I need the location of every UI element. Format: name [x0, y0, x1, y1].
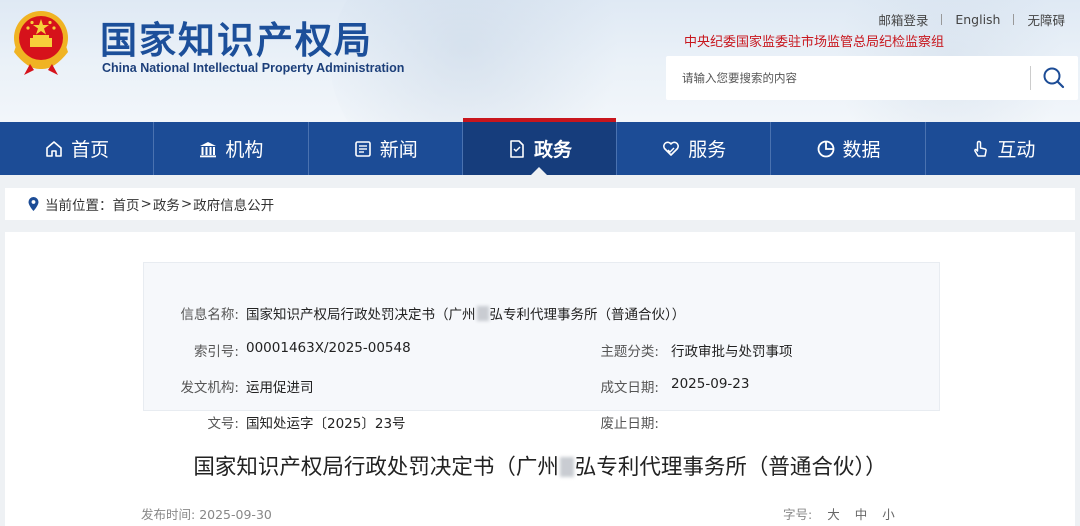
breadcrumb-prefix: 当前位置：: [45, 198, 113, 214]
english-link[interactable]: English: [942, 12, 1013, 27]
font-size-control: 字号: 大 中 小: [783, 504, 895, 523]
redacted-char: [559, 457, 574, 477]
site-title-en: China National Intellectual Property Adm…: [102, 61, 405, 75]
docno-value: 国知处运字〔2025〕23号: [246, 416, 406, 432]
index-label: 索引号:: [193, 344, 239, 360]
meta-row-issuer: 发文机构: 运用促进司 成文日期: 2025-09-23: [144, 376, 939, 398]
heart-hand-icon: [663, 141, 680, 156]
document-metadata: 信息名称: 国家知识产权局行政处罚决定书（广州 弘专利代理事务所（普通合伙）） 索…: [143, 262, 940, 432]
document-icon: [510, 139, 524, 158]
search-input[interactable]: [682, 67, 1012, 89]
nav-item-data[interactable]: 数据: [771, 122, 926, 175]
publish-date-value: 2025-09-30: [199, 507, 272, 522]
top-links: 邮箱登录 English 无障碍: [865, 10, 1078, 29]
nav-item-label: 服务: [688, 139, 727, 161]
breadcrumb-separator: >: [140, 196, 152, 212]
document-title: 国家知识产权局行政处罚决定书（广州 弘专利代理事务所（普通合伙））: [193, 455, 887, 480]
date-value: 2025-09-23: [671, 376, 750, 392]
issuer-value: 运用促进司: [246, 380, 314, 396]
newspaper-icon: [354, 140, 371, 157]
date-label: 成文日期:: [600, 380, 659, 396]
publish-label: 发布时间:: [141, 507, 196, 522]
publish-date: 发布时间: 2025-09-30: [141, 504, 272, 523]
nav-item-label: 机构: [225, 139, 264, 161]
abolish-label: 废止日期:: [600, 416, 659, 432]
site-title-cn: 国家知识产权局: [100, 19, 373, 62]
search-box: [666, 56, 1078, 100]
accessibility-link[interactable]: 无障碍: [1014, 10, 1078, 29]
meta-row-info-name: 信息名称: 国家知识产权局行政处罚决定书（广州 弘专利代理事务所（普通合伙））: [144, 303, 939, 325]
info-name-value: 国家知识产权局行政处罚决定书（广州 弘专利代理事务所（普通合伙））: [246, 306, 686, 323]
nav-item-label: 互动: [997, 139, 1036, 161]
nav-item-services[interactable]: 服务: [617, 122, 772, 175]
nav-item-label: 新闻: [379, 139, 418, 161]
font-size-small[interactable]: 小: [882, 504, 895, 523]
pointer-hand-icon: [974, 140, 988, 157]
breadcrumb-government-affairs[interactable]: 政务: [153, 194, 180, 214]
meta-row-index: 索引号: 00001463X/2025-00548 主题分类: 行政审批与处罚事…: [144, 340, 939, 362]
redacted-char: [476, 306, 489, 321]
site-header: 国家知识产权局 China National Intellectual Prop…: [0, 0, 1080, 122]
nav-item-organization[interactable]: 机构: [154, 122, 309, 175]
breadcrumb-separator: >: [180, 196, 193, 212]
nav-item-government-affairs[interactable]: 政务: [462, 118, 618, 175]
topic-value: 行政审批与处罚事项: [671, 344, 793, 360]
search-divider: [1030, 66, 1031, 90]
breadcrumb-info-disclosure[interactable]: 政府信息公开: [193, 194, 274, 214]
nav-item-label: 政务: [533, 139, 572, 161]
issuer-label: 发文机构:: [180, 380, 239, 396]
building-icon: [200, 141, 217, 157]
topic-label: 主题分类:: [600, 344, 659, 360]
nav-item-label: 首页: [71, 139, 110, 161]
email-login-link[interactable]: 邮箱登录: [865, 10, 941, 29]
nav-item-news[interactable]: 新闻: [309, 122, 463, 175]
main-nav: 首页 机构 新闻 政务 服务 数据 互动: [0, 118, 1080, 175]
breadcrumb: 当前位置： 首页 > 政务 > 政府信息公开: [5, 188, 1075, 220]
nav-item-interaction[interactable]: 互动: [926, 122, 1080, 175]
index-value: 00001463X/2025-00548: [246, 340, 411, 356]
main-content: 信息名称: 国家知识产权局行政处罚决定书（广州 弘专利代理事务所（普通合伙）） 索…: [5, 232, 1075, 526]
home-icon: [46, 140, 62, 157]
nav-item-label: 数据: [842, 139, 881, 161]
info-name-label: 信息名称:: [180, 307, 239, 323]
docno-label: 文号:: [207, 416, 239, 432]
font-size-medium[interactable]: 中: [855, 504, 868, 523]
meta-row-docno: 文号: 国知处运字〔2025〕23号 废止日期:: [144, 412, 939, 434]
font-size-label: 字号:: [783, 507, 813, 522]
national-emblem-icon: [14, 11, 68, 75]
search-icon: [1043, 67, 1065, 89]
location-pin-icon: [28, 197, 39, 211]
font-size-large[interactable]: 大: [827, 504, 840, 523]
discipline-notice[interactable]: 中央纪委国家监委驻市场监管总局纪检监察组: [684, 31, 944, 50]
breadcrumb-home[interactable]: 首页: [113, 194, 140, 214]
search-button[interactable]: [1036, 62, 1072, 94]
pie-chart-icon: [817, 140, 834, 157]
nav-item-home[interactable]: 首页: [0, 122, 155, 175]
